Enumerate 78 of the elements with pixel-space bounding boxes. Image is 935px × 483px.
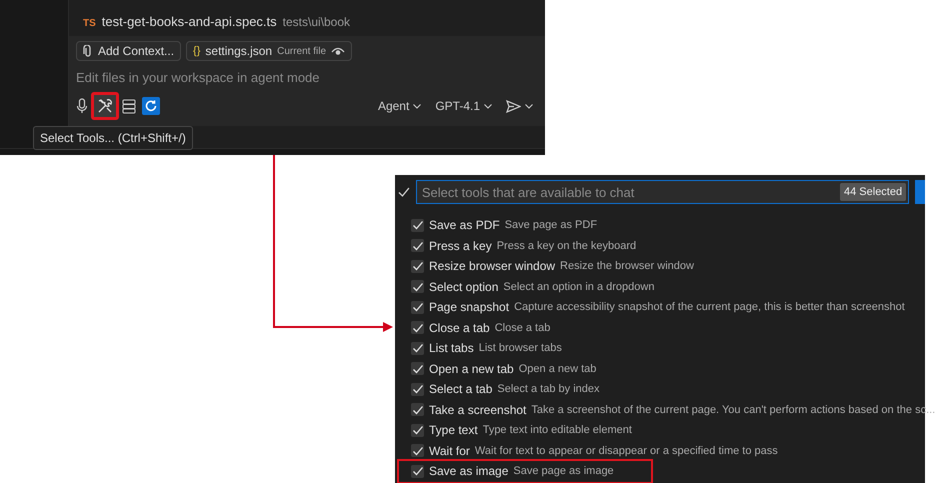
tool-item[interactable]: Type text Type text into editable element (395, 420, 925, 440)
tool-item[interactable]: Save as image Save page as image (399, 461, 651, 482)
add-context-button[interactable]: Add Context... (76, 41, 182, 61)
tool-item[interactable]: Close a tab Close a tab (395, 318, 925, 338)
tool-item[interactable]: List tabs List browser tabs (395, 338, 925, 358)
tool-description: Type text into editable element (482, 424, 632, 436)
tool-name: Page snapshot (429, 300, 510, 314)
file-name[interactable]: test-get-books-and-api.spec.ts (102, 14, 277, 29)
tools-icon (97, 98, 113, 114)
tool-name: Save as image (429, 464, 508, 478)
tool-item[interactable]: Press a key Press a key on the keyboard (395, 236, 925, 256)
tool-description: Select an option in a dropdown (503, 280, 654, 293)
tool-description: Close a tab (494, 322, 550, 334)
checkbox[interactable] (411, 444, 424, 458)
send-icon (506, 100, 521, 112)
tool-description: Press a key on the keyboard (496, 240, 636, 252)
refresh-button[interactable] (142, 97, 160, 115)
tool-name: Press a key (429, 238, 492, 253)
tool-item[interactable]: Page snapshot Capture accessibility snapshot of the current page, this is better than screenshot (395, 297, 925, 318)
ok-button[interactable] (915, 180, 926, 204)
mode-dropdown[interactable]: Agent (374, 99, 426, 113)
check-all-icon[interactable] (398, 186, 410, 198)
tools-button[interactable] (91, 92, 119, 120)
microphone-icon[interactable] (76, 98, 88, 114)
tool-name: Close a tab (429, 320, 490, 335)
chat-input-field[interactable]: Edit files in your workspace in agent mode (76, 70, 537, 85)
checkbox[interactable] (411, 362, 424, 376)
attachment-chip[interactable]: {} settings.json Current file (186, 41, 352, 61)
checkbox[interactable] (411, 424, 424, 437)
checkbox[interactable] (411, 464, 424, 478)
checkbox[interactable] (411, 218, 424, 232)
tool-description: Resize the browser window (560, 260, 694, 272)
tool-name: Type text (429, 423, 478, 438)
tool-name: Take a screenshot (429, 402, 526, 417)
checkbox[interactable] (411, 321, 424, 334)
tool-item[interactable]: Select a tab Select a tab by index (395, 379, 925, 400)
checkbox[interactable] (411, 300, 424, 314)
refresh-icon (145, 100, 157, 112)
list-icon[interactable] (122, 98, 136, 114)
checkbox[interactable] (411, 280, 424, 294)
tool-item[interactable]: Save as PDF Save page as PDF (395, 215, 925, 236)
tool-description: Select a tab by index (497, 383, 600, 396)
tool-name: Resize browser window (429, 259, 556, 274)
checkbox[interactable] (411, 260, 424, 273)
tool-description: Take a screenshot of the current page. You can't perform actions based on the sc... (531, 404, 935, 416)
attachment-name: settings.json (205, 44, 272, 58)
tool-description: List browser tabs (478, 342, 562, 354)
json-icon: {} (193, 45, 200, 57)
tool-name: Wait for (429, 444, 470, 458)
tool-name: Open a new tab (429, 362, 514, 376)
tool-item[interactable]: Wait for Wait for text to appear or disappear or a specified time to pass (395, 440, 925, 461)
tool-description: Open a new tab (518, 362, 596, 375)
paperclip-icon (83, 44, 93, 58)
tool-description: Wait for text to appear or disappear or a specified time to pass (474, 444, 778, 457)
tool-name: Select a tab (429, 382, 492, 396)
chevron-icon (525, 104, 533, 108)
eye-icon[interactable] (331, 46, 346, 56)
file-type-label: TS (83, 18, 96, 29)
file-path: tests\ui\book (282, 15, 350, 29)
checkbox[interactable] (411, 403, 424, 416)
tool-item[interactable]: Resize browser window Resize the browser window (395, 256, 925, 276)
checkbox[interactable] (411, 342, 424, 355)
tool-description: Save page as PDF (504, 219, 598, 232)
attachment-note: Current file (277, 46, 326, 56)
chevron-icon (413, 104, 422, 108)
chevron-icon (484, 104, 492, 108)
tool-description: Save page as image (513, 465, 614, 478)
tool-item[interactable]: Select option Select an option in a dropdown (395, 276, 925, 297)
tool-name: List tabs (429, 341, 474, 356)
tool-name: Save as PDF (429, 218, 500, 232)
tooltip: Select Tools... (Ctrl+Shift+/) (33, 126, 193, 150)
checkbox[interactable] (411, 382, 424, 396)
checkbox[interactable] (411, 239, 424, 252)
selected-count-badge: 44 Selected (840, 183, 906, 201)
tool-name: Select option (429, 280, 498, 294)
tool-description: Capture accessibility snapshot of the current page, this is better than screenshot (514, 301, 905, 314)
model-dropdown[interactable]: GPT-4.1 (431, 99, 496, 113)
tool-item[interactable]: Open a new tab Open a new tab (395, 358, 925, 379)
